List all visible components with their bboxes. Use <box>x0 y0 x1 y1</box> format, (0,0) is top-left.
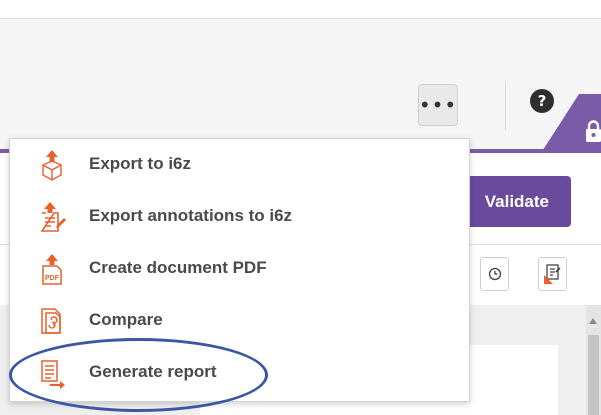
validate-button-label: Validate <box>484 191 549 211</box>
header-area <box>0 19 601 150</box>
menu-item-label: Create document PDF <box>89 258 267 277</box>
edit-document-button[interactable] <box>538 257 567 291</box>
edit-document-icon <box>543 264 561 284</box>
more-options-button[interactable]: ••• <box>418 84 458 126</box>
help-icon[interactable]: ? <box>530 89 554 113</box>
history-button[interactable] <box>480 257 509 291</box>
svg-text:PDF: PDF <box>45 275 60 282</box>
scrollbar-thumb[interactable] <box>588 335 599 415</box>
menu-item-generate-report[interactable]: Generate report <box>10 351 469 395</box>
more-options-menu: Export to i6z Export annotations to i6z … <box>9 138 470 402</box>
lock-icon <box>586 120 601 142</box>
menu-item-compare[interactable]: Compare <box>10 299 469 343</box>
toolbar-divider <box>505 82 506 130</box>
pdf-icon: PDF <box>42 254 62 285</box>
menu-item-label: Compare <box>89 310 163 329</box>
scroll-up-arrow-icon[interactable] <box>589 318 597 324</box>
clock-icon <box>488 267 501 281</box>
menu-item-export-i6z[interactable]: Export to i6z <box>10 143 469 187</box>
menu-item-create-pdf[interactable]: PDF Create document PDF <box>10 247 469 291</box>
export-i6z-icon <box>42 150 62 181</box>
menu-item-label: Export to i6z <box>89 154 192 173</box>
menu-item-label: Export annotations to i6z <box>89 206 293 225</box>
compare-icon <box>41 308 61 334</box>
report-icon <box>41 360 65 389</box>
menu-item-export-annotations[interactable]: Export annotations to i6z <box>10 195 469 239</box>
top-strip <box>0 0 601 19</box>
menu-item-label: Generate report <box>89 362 217 381</box>
export-annotations-icon <box>40 202 66 232</box>
